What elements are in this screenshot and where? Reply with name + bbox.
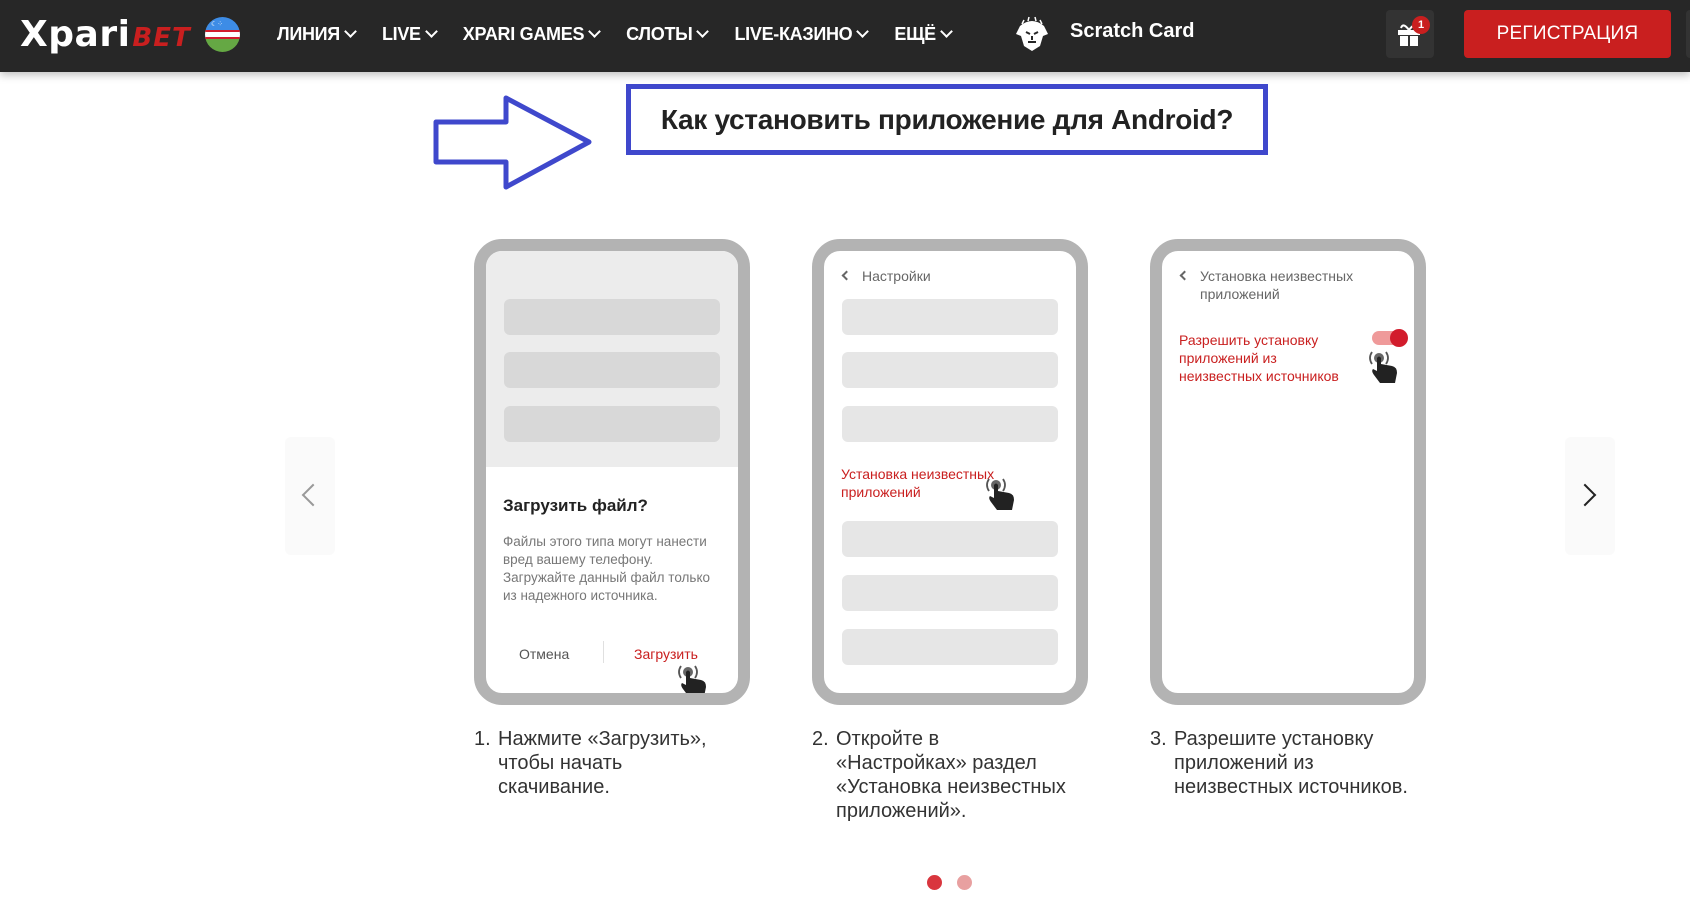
- chevron-down-icon: [940, 25, 953, 38]
- tap-hand-icon: [986, 478, 1014, 510]
- slider-prev-button[interactable]: [285, 437, 335, 555]
- placeholder-bar: [504, 299, 720, 335]
- nav-label: ЛИНИЯ: [277, 23, 340, 44]
- chevron-down-icon: [424, 25, 438, 38]
- dialog-text: Файлы этого типа могут нанести вред ваше…: [503, 534, 711, 603]
- nav-label: LIVE-КАЗИНО: [734, 23, 853, 44]
- unknown-apps-header: Установка неизвестных приложений: [1179, 267, 1379, 303]
- dialog-title: Загрузить файл?: [503, 496, 648, 515]
- page-title: Как установить приложение для Android?: [660, 103, 1234, 135]
- logo-text: Xpari: [20, 14, 131, 55]
- step-text: Нажмите «Загрузить», чтобы начать скачив…: [498, 728, 707, 798]
- nav-item-xpari-games[interactable]: XPARI GAMES: [462, 23, 602, 45]
- annotation-arrow-icon: [433, 95, 592, 190]
- pagination-dot-1[interactable]: [927, 875, 942, 890]
- register-button[interactable]: РЕГИСТРАЦИЯ: [1464, 10, 1671, 58]
- tap-hand-icon: [678, 665, 706, 693]
- step-caption-1: 1. Нажмите «Загрузить», чтобы начать ска…: [474, 727, 734, 799]
- step-caption-2: 2. Откройте в «Настройках» раздел «Устан…: [812, 727, 1072, 823]
- main-nav: ЛИНИЯ LIVE XPARI GAMES СЛОТЫ LIVE-КАЗИНО…: [277, 0, 978, 68]
- step-number: 1.: [474, 728, 491, 750]
- top-navbar: Xpari BET ☾⁘ ЛИНИЯ LIVE XPARI GAMES СЛОТ…: [0, 0, 1690, 72]
- step-caption-3: 3. Разрешите установку приложений из неи…: [1150, 727, 1410, 799]
- nav-item-more[interactable]: ЕЩЁ: [894, 23, 953, 45]
- logo-accent-text: BET: [132, 23, 191, 53]
- step-number: 2.: [812, 728, 829, 750]
- nav-item-liniya[interactable]: ЛИНИЯ: [277, 23, 357, 45]
- allow-unknown-sources-label: Разрешить установку приложений из неизве…: [1179, 332, 1339, 384]
- dialog-cancel-button[interactable]: Отмена: [519, 646, 569, 662]
- nav-label: LIVE: [381, 23, 421, 44]
- chevron-down-icon: [344, 25, 357, 38]
- xparibet-logo[interactable]: Xpari BET: [20, 14, 191, 55]
- placeholder-bar: [842, 352, 1058, 388]
- placeholder-bar: [842, 521, 1058, 557]
- dialog-download-button[interactable]: Загрузить: [634, 646, 698, 662]
- placeholder-bar: [842, 299, 1058, 335]
- lion-icon[interactable]: [1012, 16, 1052, 52]
- unknown-apps-header-title: Установка неизвестных приложений: [1200, 268, 1354, 302]
- placeholder-bar: [842, 629, 1058, 665]
- nav-label: XPARI GAMES: [462, 23, 585, 44]
- uzbekistan-flag-icon[interactable]: ☾⁘: [205, 17, 240, 52]
- chevron-down-icon: [696, 25, 710, 38]
- gift-button[interactable]: 1: [1386, 10, 1434, 58]
- settings-header-title: Настройки: [862, 268, 931, 284]
- slider-pagination: [927, 875, 987, 890]
- chevron-left-icon: [301, 483, 325, 507]
- dialog-divider: [603, 641, 604, 663]
- nav-item-live[interactable]: LIVE: [381, 23, 438, 45]
- nav-label: СЛОТЫ: [626, 23, 693, 44]
- step-text: Разрешите установку приложений из неизве…: [1174, 728, 1408, 798]
- scratch-card-link[interactable]: Scratch Card: [1070, 20, 1195, 43]
- slider-next-button[interactable]: [1565, 437, 1615, 555]
- settings-header: Настройки: [841, 267, 931, 285]
- chevron-down-icon: [856, 25, 870, 38]
- toggle-knob: [1390, 329, 1408, 347]
- placeholder-bar: [504, 406, 720, 442]
- step-text: Откройте в «Настройках» раздел «Установк…: [836, 728, 1066, 822]
- chevron-right-icon: [1573, 483, 1597, 507]
- placeholder-bar: [842, 406, 1058, 442]
- phone-step-3: Установка неизвестных приложений Разреши…: [1150, 239, 1426, 705]
- title-highlight-box: Как установить приложение для Android?: [626, 84, 1268, 155]
- placeholder-bar: [504, 352, 720, 388]
- step-number: 3.: [1150, 728, 1167, 750]
- nav-item-live-casino[interactable]: LIVE-КАЗИНО: [734, 23, 870, 45]
- nav-item-sloty[interactable]: СЛОТЫ: [626, 23, 710, 45]
- allow-unknown-sources-toggle[interactable]: [1372, 329, 1408, 347]
- phone-step-1: Загрузить файл? Файлы этого типа могут н…: [474, 239, 750, 705]
- placeholder-bar: [842, 575, 1058, 611]
- login-button-partial[interactable]: [1686, 10, 1690, 58]
- phone-step-2: Настройки Установка неизвестных приложен…: [812, 239, 1088, 705]
- back-chevron-icon[interactable]: [841, 270, 852, 281]
- tap-hand-icon: [1369, 351, 1397, 383]
- gift-count-badge: 1: [1412, 16, 1430, 34]
- back-chevron-icon[interactable]: [1179, 270, 1190, 281]
- nav-label: ЕЩЁ: [894, 23, 936, 44]
- pagination-dot-2[interactable]: [957, 875, 972, 890]
- chevron-down-icon: [588, 25, 602, 38]
